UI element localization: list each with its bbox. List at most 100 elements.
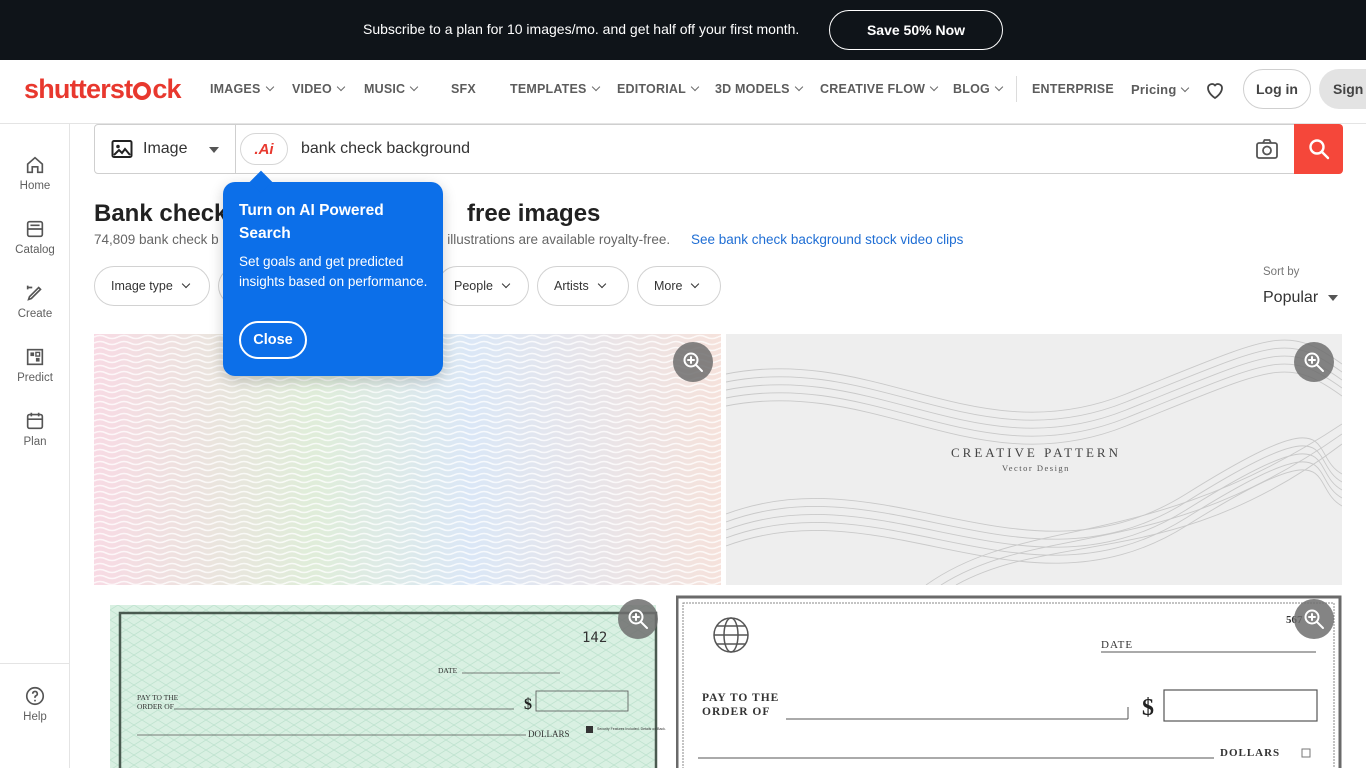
caret-down-icon (209, 147, 219, 153)
results-count-end: d illustrations are available royalty-fr… (436, 232, 671, 247)
grey-wave-image: CREATIVE PATTERN Vector Design (726, 334, 1342, 585)
login-button[interactable]: Log in (1243, 69, 1311, 109)
chevron-down-icon (181, 279, 191, 289)
check-pay-label: PAY TO THE (137, 693, 179, 702)
nav-3d-models[interactable]: 3D MODELS (715, 82, 803, 96)
nav-editorial[interactable]: EDITORIAL (617, 82, 700, 96)
logo-text-end: ck (152, 74, 181, 104)
filter-label: More (654, 279, 683, 293)
page-title: Bank check free images (94, 200, 600, 228)
results-count: 74,809 bank check b d illustrations are a… (94, 232, 670, 247)
sidebar-item-label: Help (23, 711, 47, 723)
video-clips-link[interactable]: See bank check background stock video cl… (691, 232, 963, 247)
nav-label: TEMPLATES (510, 82, 587, 96)
nav-label: ENTERPRISE (1032, 82, 1114, 96)
tooltip-close-button[interactable]: Close (239, 321, 307, 359)
check-date-label: DATE (438, 666, 458, 675)
home-icon (26, 156, 44, 174)
ai-search-tooltip: Turn on AI Powered Search Set goals and … (223, 182, 443, 376)
nav-enterprise[interactable]: ENTERPRISE (1032, 82, 1114, 96)
result-image-grey-check[interactable]: 567 DATE PAY TO THE ORDER OF $ DOLLARS (676, 595, 1342, 768)
filter-label: Image type (111, 279, 173, 293)
filter-label: People (454, 279, 493, 293)
nav-creative-flow[interactable]: CREATIVE FLOW (820, 82, 939, 96)
pattern-title: CREATIVE PATTERN (951, 445, 1121, 460)
check-pay-label: PAY TO THE (702, 692, 779, 704)
nav-divider (1016, 76, 1017, 102)
chevron-down-icon (591, 82, 600, 92)
results-count-start: 74,809 bank check b (94, 232, 219, 247)
chevron-down-icon (691, 279, 700, 289)
chevron-down-icon (929, 82, 939, 92)
sidebar-item-home[interactable]: Home (0, 154, 70, 192)
sidebar-item-predict[interactable]: Predict (0, 346, 70, 384)
nav-templates[interactable]: TEMPLATES (510, 82, 600, 96)
nav-label: CREATIVE FLOW (820, 82, 926, 96)
chevron-down-icon (501, 279, 511, 289)
sidebar-item-catalog[interactable]: Catalog (0, 218, 70, 256)
check-order-label: ORDER OF (702, 706, 770, 718)
chevron-down-icon (597, 279, 606, 289)
logo-text-start: shutterst (24, 74, 133, 104)
chevron-down-icon (994, 82, 1004, 92)
nav-music[interactable]: MUSIC (364, 82, 419, 96)
create-icon (26, 285, 42, 301)
zoom-button[interactable] (618, 599, 658, 639)
ai-search-toggle[interactable]: .Ai (240, 133, 288, 165)
zoom-in-icon (628, 609, 648, 629)
sort-value: Popular (1263, 289, 1319, 306)
chevron-down-icon (794, 82, 803, 92)
nav-pricing[interactable]: Pricing (1131, 82, 1190, 97)
help-icon (25, 686, 45, 706)
sidebar-item-label: Plan (23, 436, 47, 448)
image-icon (111, 140, 133, 158)
sort-select[interactable]: Popular (1263, 289, 1339, 307)
zoom-button[interactable] (1294, 599, 1334, 639)
tooltip-title: Turn on AI Powered Search (239, 202, 384, 242)
check-number: 142 (582, 630, 607, 646)
sidebar-item-plan[interactable]: Plan (0, 410, 70, 448)
filter-image-type[interactable]: Image type (94, 266, 210, 306)
save-50-button[interactable]: Save 50% Now (829, 10, 1003, 50)
sidebar-item-help[interactable]: Help (0, 685, 70, 723)
sort-label: Sort by (1263, 266, 1300, 278)
nav-label: SFX (451, 82, 476, 96)
chevron-down-icon (265, 82, 274, 92)
media-type-label: Image (143, 140, 188, 157)
chevron-down-icon (410, 82, 419, 92)
favorites-heart-icon[interactable] (1203, 78, 1227, 102)
result-image-green-check[interactable]: 142 DATE PAY TO THE ORDER OF $ DOLLARS S… (94, 595, 671, 768)
sidebar-item-label: Catalog (15, 244, 55, 256)
nav-sfx[interactable]: SFX (451, 82, 476, 96)
sidebar-divider (0, 663, 70, 664)
zoom-button[interactable] (1294, 342, 1334, 382)
nav-label: IMAGES (210, 82, 261, 96)
promo-banner: Subscribe to a plan for 10 images/mo. an… (0, 0, 1366, 60)
nav-label: 3D MODELS (715, 82, 790, 96)
filter-artists[interactable]: Artists (537, 266, 629, 306)
shutterstock-logo[interactable]: shutterst ck (24, 74, 182, 105)
sidebar-item-create[interactable]: Create (0, 282, 70, 320)
nav-label: VIDEO (292, 82, 332, 96)
nav-video[interactable]: VIDEO (292, 82, 346, 96)
predict-icon (26, 348, 44, 366)
search-submit-button[interactable] (1294, 124, 1343, 174)
green-check-image: 142 DATE PAY TO THE ORDER OF $ DOLLARS S… (110, 605, 666, 768)
logo-o-icon (133, 82, 152, 100)
plan-icon (26, 412, 44, 430)
chevron-down-icon (336, 82, 346, 92)
top-navigation: shutterst ck IMAGES VIDEO MUSIC SFX TEMPL… (0, 60, 1366, 124)
search-input[interactable] (301, 138, 1201, 160)
search-icon (1308, 139, 1329, 160)
filter-people[interactable]: People (437, 266, 529, 306)
signup-button[interactable]: Sign (1319, 69, 1366, 109)
camera-search-icon[interactable] (1255, 138, 1279, 160)
zoom-button[interactable] (673, 342, 713, 382)
svg-text:$: $ (524, 696, 532, 713)
media-type-select[interactable]: Image (95, 125, 236, 173)
nav-blog[interactable]: BLOG (953, 82, 1004, 96)
nav-images[interactable]: IMAGES (210, 82, 274, 96)
result-image-creative-pattern[interactable]: CREATIVE PATTERN Vector Design (726, 334, 1342, 585)
nav-label: MUSIC (364, 82, 406, 96)
filter-more[interactable]: More (637, 266, 721, 306)
